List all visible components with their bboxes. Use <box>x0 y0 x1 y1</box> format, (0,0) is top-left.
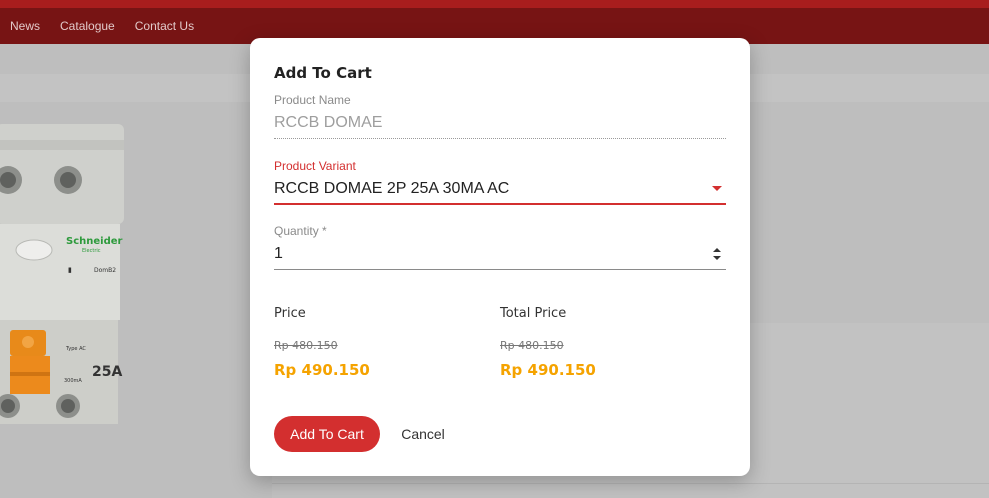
quantity-stepper[interactable] <box>711 246 723 262</box>
product-name-label: Product Name <box>274 93 351 107</box>
dialog-title: Add To Cart <box>274 64 372 82</box>
svg-text:▮: ▮ <box>68 266 72 274</box>
total-price-original: Rp 480.150 <box>500 339 564 352</box>
cancel-button[interactable]: Cancel <box>390 416 456 452</box>
nav-link-contact-us[interactable]: Contact Us <box>135 19 194 33</box>
price-original: Rp 480.150 <box>274 339 338 352</box>
price-label: Price <box>274 306 306 321</box>
brand-logo-text: Schneider <box>66 236 123 247</box>
nav-link-catalogue[interactable]: Catalogue <box>60 19 115 33</box>
product-name-field: RCCB DOMAE <box>274 114 383 131</box>
product-name-underline <box>274 138 726 139</box>
product-variant-select[interactable]: RCCB DOMAE 2P 25A 30MA AC <box>274 180 694 198</box>
price-current: Rp 490.150 <box>274 361 370 379</box>
product-variant-underline <box>274 203 726 205</box>
total-price-current: Rp 490.150 <box>500 361 596 379</box>
increment-icon[interactable] <box>713 248 721 252</box>
svg-text:300mA: 300mA <box>64 378 82 384</box>
add-to-cart-button[interactable]: Add To Cart <box>274 416 380 452</box>
background-divider <box>272 483 989 484</box>
quantity-input[interactable] <box>274 244 694 264</box>
decrement-icon[interactable] <box>713 256 721 260</box>
add-to-cart-dialog: Add To Cart Product Name RCCB DOMAE Prod… <box>250 38 750 476</box>
product-variant-label: Product Variant <box>274 159 356 173</box>
product-image: Schneider Electric DomB2 ▮ Type AC 25A 3… <box>0 124 124 424</box>
svg-text:Type AC: Type AC <box>65 346 86 352</box>
brand-logo-subtext: Electric <box>82 248 101 254</box>
nav-link-news[interactable]: News <box>10 19 40 33</box>
svg-text:25A: 25A <box>92 364 122 380</box>
quantity-label: Quantity * <box>274 224 327 238</box>
svg-text:DomB2: DomB2 <box>94 267 116 274</box>
quantity-underline <box>274 269 726 270</box>
dropdown-arrow-icon[interactable] <box>712 186 722 191</box>
top-accent-strip <box>0 0 989 8</box>
total-price-label: Total Price <box>500 306 567 321</box>
